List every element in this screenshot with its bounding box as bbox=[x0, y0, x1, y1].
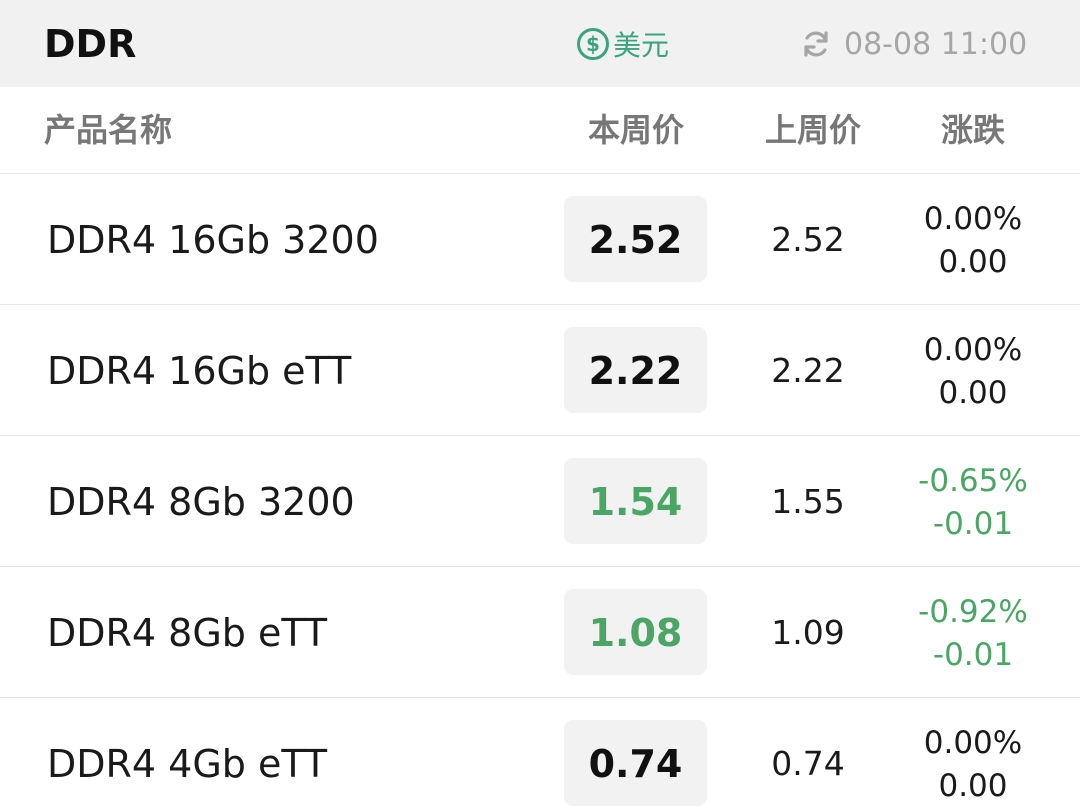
product-name: DDR4 16Gb 3200 bbox=[47, 218, 379, 262]
last-week-price: 0.74 bbox=[771, 744, 845, 783]
top-bar: DDR $ 美元 08-08 11:00 bbox=[0, 0, 1080, 87]
price-table: DDR4 16Gb 3200 2.52 2.52 0.00% 0.00 DDR4… bbox=[0, 174, 1080, 809]
this-week-price: 1.08 bbox=[564, 589, 707, 675]
change-percent: 0.00% bbox=[923, 725, 1023, 761]
column-header-last-week[interactable]: 上周价 bbox=[740, 87, 886, 173]
last-week-price: 1.55 bbox=[771, 482, 845, 521]
change-amount: 0.00 bbox=[938, 375, 1008, 411]
dollar-coin-icon: $ bbox=[577, 28, 609, 60]
change-percent: 0.00% bbox=[923, 201, 1023, 237]
column-header-this-week[interactable]: 本周价 bbox=[565, 87, 707, 173]
refresh-button[interactable]: 08-08 11:00 bbox=[800, 24, 1027, 64]
this-week-price: 2.52 bbox=[564, 196, 707, 282]
product-name: DDR4 16Gb eTT bbox=[47, 349, 352, 393]
update-timestamp: 08-08 11:00 bbox=[844, 26, 1028, 62]
table-row[interactable]: DDR4 16Gb eTT 2.22 2.22 0.00% 0.00 bbox=[0, 305, 1080, 436]
price-change: -0.92% -0.01 bbox=[900, 591, 1046, 677]
table-header: 产品名称 本周价 上周价 涨跌 bbox=[0, 87, 1080, 174]
last-week-price: 2.52 bbox=[771, 220, 845, 259]
product-name: DDR4 8Gb 3200 bbox=[47, 480, 355, 524]
refresh-icon bbox=[804, 31, 828, 57]
this-week-price: 2.22 bbox=[564, 327, 707, 413]
change-amount: -0.01 bbox=[932, 506, 1014, 542]
this-week-price: 0.74 bbox=[564, 720, 707, 806]
this-week-price: 1.54 bbox=[564, 458, 707, 544]
price-change: 0.00% 0.00 bbox=[900, 329, 1046, 415]
table-row[interactable]: DDR4 8Gb 3200 1.54 1.55 -0.65% -0.01 bbox=[0, 436, 1080, 567]
table-row[interactable]: DDR4 8Gb eTT 1.08 1.09 -0.92% -0.01 bbox=[0, 567, 1080, 698]
column-header-change[interactable]: 涨跌 bbox=[905, 87, 1041, 173]
currency-label: 美元 bbox=[613, 29, 670, 62]
table-row[interactable]: DDR4 16Gb 3200 2.52 2.52 0.00% 0.00 bbox=[0, 174, 1080, 305]
table-row[interactable]: DDR4 4Gb eTT 0.74 0.74 0.00% 0.00 bbox=[0, 698, 1080, 809]
change-percent: -0.65% bbox=[918, 463, 1028, 499]
last-week-price: 1.09 bbox=[771, 613, 845, 652]
app-screen: DDR $ 美元 08-08 11:00 产品名称 本周价 上周价 涨跌 DDR… bbox=[0, 0, 1080, 809]
page-title: DDR bbox=[44, 22, 137, 66]
currency-switch[interactable]: $ 美元 bbox=[577, 24, 669, 64]
change-amount: -0.01 bbox=[932, 637, 1014, 673]
price-change: 0.00% 0.00 bbox=[900, 722, 1046, 808]
column-header-name[interactable]: 产品名称 bbox=[44, 87, 172, 173]
change-amount: 0.00 bbox=[938, 244, 1008, 280]
product-name: DDR4 4Gb eTT bbox=[47, 742, 328, 786]
change-percent: -0.92% bbox=[918, 594, 1028, 630]
change-amount: 0.00 bbox=[938, 768, 1008, 804]
price-change: 0.00% 0.00 bbox=[900, 198, 1046, 284]
price-change: -0.65% -0.01 bbox=[900, 460, 1046, 546]
change-percent: 0.00% bbox=[923, 332, 1023, 368]
last-week-price: 2.22 bbox=[771, 351, 845, 390]
product-name: DDR4 8Gb eTT bbox=[47, 611, 328, 655]
